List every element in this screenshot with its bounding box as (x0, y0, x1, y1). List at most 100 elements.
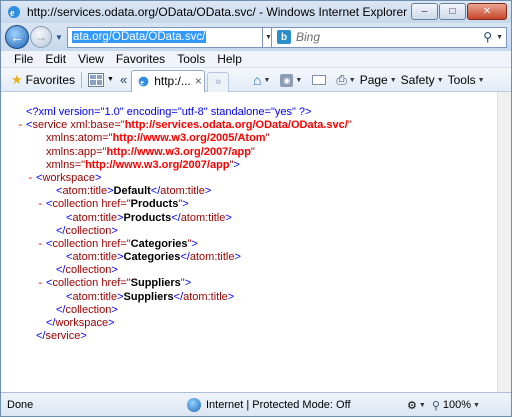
quick-tabs-icon[interactable] (88, 72, 105, 87)
xml-token: http://www.w3.org/2007/app (106, 145, 251, 158)
xml-line: - <workspace> (17, 172, 352, 185)
status-bar: Done Internet | Protected Mode: Off ⚙ ▼ … (1, 392, 511, 416)
menu-file[interactable]: File (8, 52, 39, 66)
xml-token: > (233, 158, 240, 171)
collapse-toggle[interactable]: - (37, 278, 46, 291)
tab-scroll-left-button[interactable]: « (120, 72, 127, 87)
protected-mode-icon[interactable]: ⚙ (407, 399, 417, 412)
zoom-level[interactable]: 100% (443, 399, 471, 411)
forward-button[interactable]: → (30, 26, 52, 48)
xml-token: xmlns:app=" (46, 145, 107, 158)
page-menu-button[interactable]: Page (360, 73, 388, 87)
xml-token: </ (150, 185, 161, 198)
xml-line: <?xml version="1.0" encoding="utf-8" sta… (17, 106, 352, 119)
zoom-dropdown[interactable]: ▼ (473, 402, 480, 409)
address-url[interactable]: ata.org/OData/OData.svc/ (72, 31, 207, 43)
menu-edit[interactable]: Edit (39, 52, 72, 66)
back-button[interactable]: ← (5, 25, 29, 49)
search-placeholder[interactable]: Bing (296, 30, 320, 44)
tab-label: http:/... (154, 74, 191, 88)
status-text: Done (7, 398, 34, 411)
maximize-button[interactable]: □ (439, 3, 466, 20)
xml-token: > (111, 264, 118, 277)
favorites-star-icon[interactable]: ★ (11, 72, 23, 88)
print-dropdown[interactable]: ▼ (349, 77, 356, 84)
search-provider-dropdown[interactable]: ▼ (496, 34, 503, 41)
print-icon[interactable]: ⎙ (336, 72, 346, 88)
mail-icon[interactable] (312, 75, 327, 85)
new-tab-button[interactable]: » (207, 71, 230, 92)
xml-token: " (265, 132, 270, 145)
xml-line: </collection> (17, 304, 352, 317)
address-bar[interactable]: ata.org/OData/OData.svc/ (67, 26, 263, 48)
xml-token: collection (52, 277, 102, 290)
vertical-scrollbar[interactable] (497, 92, 511, 392)
xml-token: </ (173, 290, 184, 303)
collapse-toggle[interactable]: - (37, 199, 46, 212)
protected-mode-dropdown[interactable]: ▼ (419, 402, 426, 409)
safety-dropdown[interactable]: ▼ (437, 77, 444, 84)
xml-token: http://www.w3.org/2007/app (85, 158, 230, 171)
xml-tree: <?xml version="1.0" encoding="utf-8" sta… (17, 106, 352, 343)
xml-line: - <service xml:base="http://services.odat… (17, 119, 352, 132)
tools-dropdown[interactable]: ▼ (478, 77, 485, 84)
xml-line: <atom:title>Products</atom:title> (17, 212, 352, 225)
xml-token: > (95, 171, 102, 184)
favorites-button[interactable]: Favorites (26, 73, 75, 87)
xml-token: > (234, 251, 241, 264)
menu-help[interactable]: Help (211, 52, 248, 66)
window-title: http://services.odata.org/OData/OData.sv… (27, 5, 408, 19)
xml-token: atom:title (160, 185, 205, 198)
home-dropdown[interactable]: ▼ (263, 77, 270, 84)
collapse-toggle[interactable]: - (37, 239, 46, 252)
safety-menu-button[interactable]: Safety (401, 73, 435, 87)
xml-token: > (182, 198, 189, 211)
xml-token: atom:title (72, 290, 118, 303)
xml-token: Default (113, 185, 151, 198)
xml-token: Products (130, 198, 179, 211)
recent-pages-dropdown[interactable]: ▼ (53, 33, 65, 42)
back-arrow-icon: ← (10, 29, 24, 45)
xml-token: Categories (123, 251, 181, 264)
xml-token: > (191, 237, 198, 250)
zone-label: Internet | Protected Mode: Off (206, 399, 351, 411)
tab-current[interactable]: e http:/... × (131, 69, 206, 92)
xml-token: service (45, 330, 81, 343)
document-view: <?xml version="1.0" encoding="utf-8" sta… (1, 92, 497, 392)
search-icon[interactable]: ⚲ (483, 30, 492, 44)
minimize-button[interactable]: – (411, 3, 438, 20)
page-dropdown[interactable]: ▼ (390, 77, 397, 84)
xml-token: atom:title (183, 290, 228, 303)
close-button[interactable]: ✕ (467, 3, 507, 20)
collapse-toggle[interactable]: - (17, 120, 26, 133)
xml-token: workspace (42, 171, 96, 184)
menu-favorites[interactable]: Favorites (110, 52, 171, 66)
home-icon[interactable]: ⌂ (253, 72, 261, 88)
tools-menu-button[interactable]: Tools (448, 73, 476, 87)
xml-token: http://www.w3.org/2005/Atom (112, 132, 266, 145)
xml-token: > (227, 290, 235, 303)
security-zone[interactable]: Internet | Protected Mode: Off (187, 393, 351, 417)
xml-line: <atom:title>Default</atom:title> (17, 185, 352, 198)
feeds-dropdown[interactable]: ▼ (295, 77, 302, 84)
tab-list-dropdown[interactable]: ▼ (107, 76, 114, 83)
tab-close-icon[interactable]: × (195, 74, 202, 88)
feeds-icon[interactable]: ◉ (280, 73, 294, 87)
xml-token: service (32, 119, 71, 132)
xml-token: Suppliers (130, 277, 181, 290)
command-bar: ★ Favorites ▼ « e http:/... × » ⌂ ▼ ◉ ▼ … (1, 68, 511, 92)
xml-token: xmlns=" (46, 158, 86, 171)
search-box[interactable]: b Bing ⚲ ▼ (271, 26, 507, 48)
xml-token: atom:title (62, 185, 108, 198)
collapse-toggle[interactable]: - (27, 173, 36, 186)
menu-tools[interactable]: Tools (171, 52, 211, 66)
xml-token: collection (65, 224, 112, 237)
xml-token: xml:base=" (70, 119, 125, 132)
xml-token: collection (65, 303, 112, 316)
globe-icon (187, 398, 201, 412)
menu-view[interactable]: View (72, 52, 110, 66)
zoom-icon[interactable]: ⚲ (432, 399, 440, 412)
navigation-bar: ← → ▼ ata.org/OData/OData.svc/ ▼ ▤ ⇆ ✕ b… (1, 23, 511, 51)
xml-line: </collection> (17, 264, 352, 277)
xml-token: atom:title (72, 251, 118, 264)
